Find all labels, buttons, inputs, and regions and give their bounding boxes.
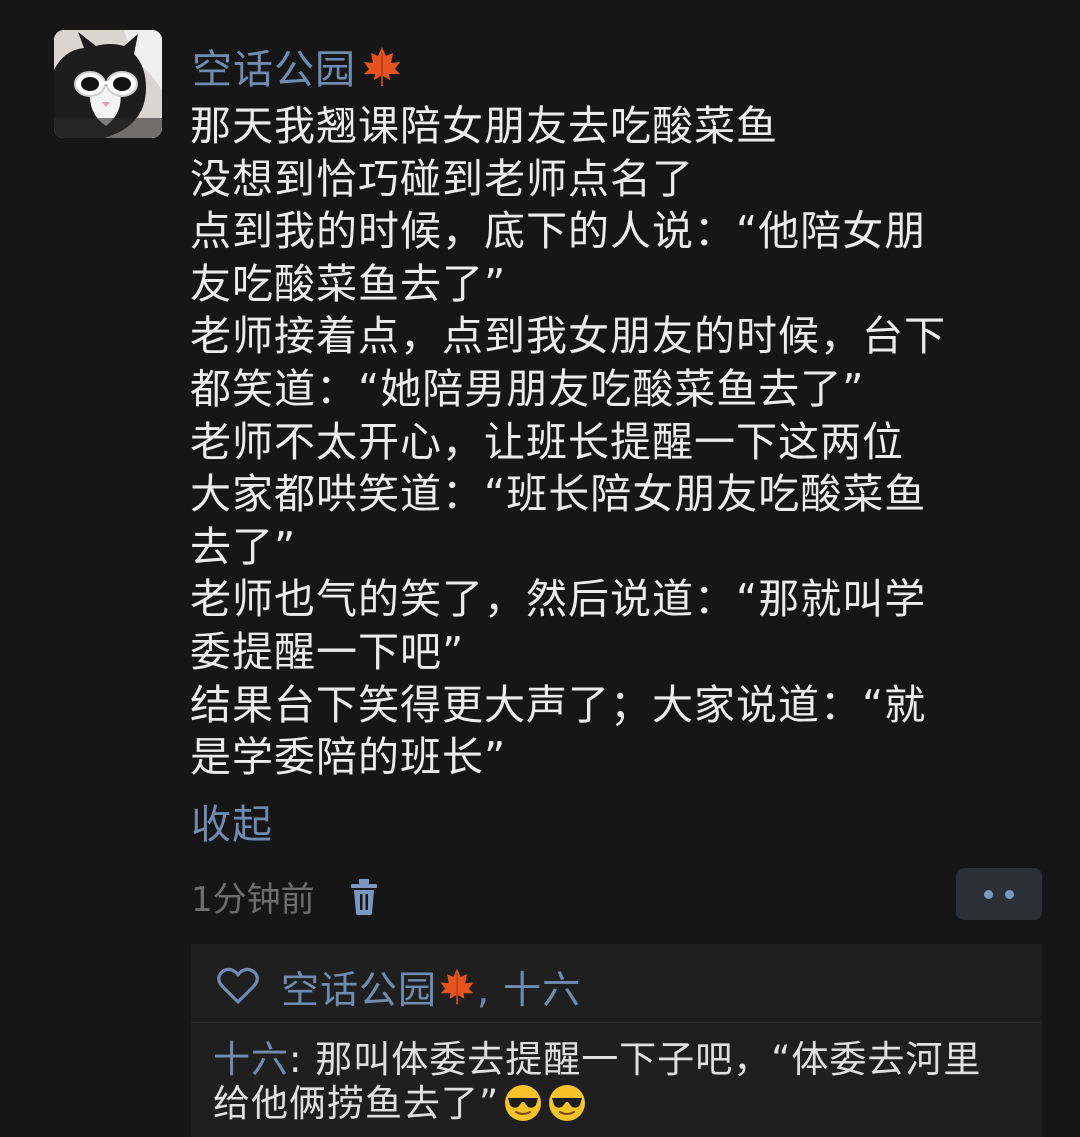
post-body-line: 去了” <box>190 522 297 571</box>
cat-with-sunglasses-avatar <box>54 30 162 138</box>
comment-separator: : <box>289 1038 316 1081</box>
liker-name[interactable]: 空话公园 <box>281 959 437 1014</box>
post-body-line: 大家都哄笑道：“班长陪女朋友吃酸菜鱼 <box>190 470 927 519</box>
post-body: 那天我翘课陪女朋友去吃酸菜鱼 没想到恰巧碰到老师点名了 点到我的时候，底下的人说… <box>190 100 1040 784</box>
post-body-line: 没想到恰巧碰到老师点名了 <box>190 154 694 203</box>
post-meta-row: 1分钟前 <box>191 868 379 924</box>
post-author-row: 空话公园 <box>192 38 404 94</box>
commenter-name[interactable]: 十六 <box>213 1038 289 1081</box>
more-options-button[interactable] <box>956 868 1042 920</box>
post-author-name[interactable]: 空话公园 <box>192 37 356 95</box>
post-body-line: 是学委陪的班长” <box>190 733 507 782</box>
comment-text: 那叫体委去提醒一下子吧，“体委去河里 <box>315 1038 982 1081</box>
comment-item[interactable]: 十六: 那叫体委去提醒一下子吧，“体委去河里 给他俩捞鱼去了” <box>213 1038 1033 1126</box>
post-body-line: 老师接着点，点到我女朋友的时候，台下 <box>190 312 946 361</box>
comment-line: 给他俩捞鱼去了” <box>213 1082 1033 1126</box>
comment-line: 十六: 那叫体委去提醒一下子吧，“体委去河里 <box>213 1038 1033 1082</box>
trash-icon[interactable] <box>349 876 379 916</box>
post-body-line: 点到我的时候，底下的人说：“他陪女朋 <box>190 207 927 256</box>
sunglasses-emoji-icon <box>505 1085 542 1121</box>
post-body-line: 结果台下笑得更大声了；大家说道：“就 <box>190 680 927 729</box>
post-body-line: 友吃酸菜鱼去了” <box>190 259 507 308</box>
maple-leaf-icon <box>440 968 474 1005</box>
post-body-line: 委提醒一下吧” <box>190 627 465 676</box>
more-dots-icon <box>984 889 993 899</box>
post-body-line: 老师不太开心，让班长提醒一下这两位 <box>190 417 904 466</box>
collapse-link[interactable]: 收起 <box>191 792 273 850</box>
post-timestamp: 1分钟前 <box>191 879 315 920</box>
post-body-line: 老师也气的笑了，然后说道：“那就叫学 <box>190 575 927 624</box>
more-dots-icon <box>1005 889 1014 899</box>
likes-row: 空话公园 , 十六 <box>217 958 581 1014</box>
divider <box>191 1022 1042 1023</box>
interaction-panel: 空话公园 , 十六 十六: 那叫体委去提醒一下子吧，“体委去河里 给他俩捞鱼去了… <box>191 944 1042 1137</box>
post-body-line: 都笑道：“她陪男朋友吃酸菜鱼去了” <box>190 364 865 413</box>
liker-name[interactable]: , 十六 <box>477 959 581 1014</box>
sunglasses-emoji-icon <box>549 1085 586 1121</box>
heart-icon <box>217 967 259 1004</box>
post-body-line: 那天我翘课陪女朋友去吃酸菜鱼 <box>190 102 778 150</box>
maple-leaf-icon <box>364 47 400 86</box>
avatar[interactable] <box>54 30 162 138</box>
comment-text: 给他俩捞鱼去了” <box>213 1082 500 1125</box>
